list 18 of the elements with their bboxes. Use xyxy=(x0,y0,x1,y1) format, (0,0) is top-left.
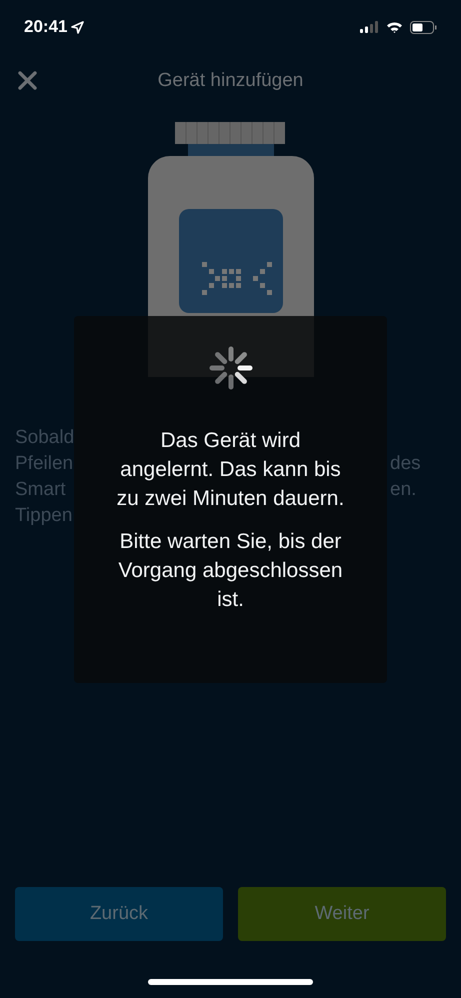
cellular-signal-icon xyxy=(360,21,379,33)
dialog-message: Bitte warten Sie, bis der Vorgang abgeschlossen ist. xyxy=(117,529,344,613)
loading-spinner-icon xyxy=(208,346,252,390)
instruction-text: Sobald xyxy=(15,426,75,450)
battery-icon xyxy=(410,20,437,34)
instruction-text: Tippen xyxy=(15,504,74,528)
screen-title: Gerät hinzufügen xyxy=(158,70,304,92)
wifi-icon xyxy=(386,21,403,33)
instruction-text: Smart xyxy=(15,478,67,502)
status-time: 20:41 xyxy=(24,17,68,37)
location-arrow-icon xyxy=(71,20,84,34)
instruction-text: des xyxy=(390,452,421,476)
instruction-text: en. xyxy=(390,478,416,502)
back-button[interactable]: Zurück xyxy=(15,887,223,941)
next-button[interactable]: Weiter xyxy=(238,887,446,941)
dialog-message: Das Gerät wird angelernt. Das kann bis zu zwei Minuten dauern. xyxy=(116,428,346,512)
close-icon[interactable] xyxy=(18,71,37,90)
instruction-text: Pfeilen xyxy=(15,452,74,476)
